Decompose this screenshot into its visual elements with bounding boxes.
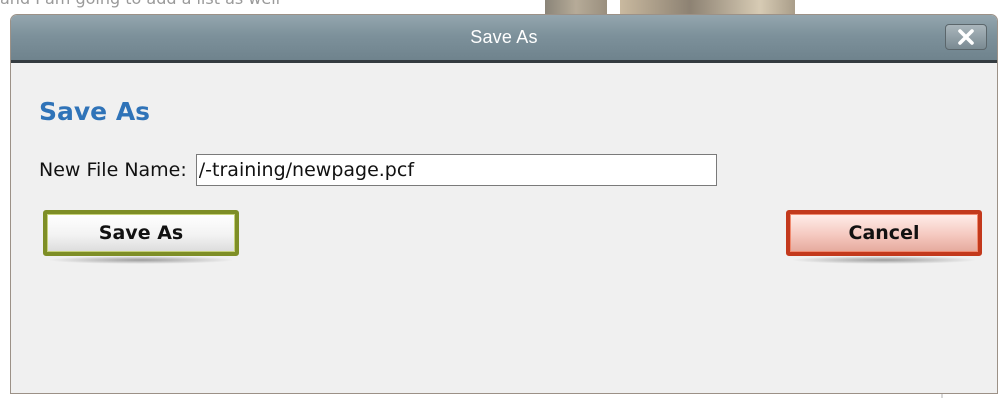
close-button[interactable] <box>945 24 987 50</box>
save-as-dialog: Save As Save As New File Name: Save As C… <box>10 14 998 394</box>
cancel-button[interactable]: Cancel <box>786 210 982 256</box>
save-as-button[interactable]: Save As <box>43 210 239 256</box>
dialog-heading: Save As <box>39 97 151 126</box>
background-partial-text: and I am going to add a list as well <box>0 0 280 8</box>
file-name-row: New File Name: <box>39 154 717 186</box>
file-name-label: New File Name: <box>39 159 187 181</box>
close-icon <box>957 29 975 45</box>
dialog-title: Save As <box>470 27 538 47</box>
dialog-titlebar[interactable]: Save As <box>11 15 997 63</box>
save-button-shadow <box>47 256 235 264</box>
file-name-input[interactable] <box>195 154 717 186</box>
cancel-button-shadow <box>790 256 978 264</box>
